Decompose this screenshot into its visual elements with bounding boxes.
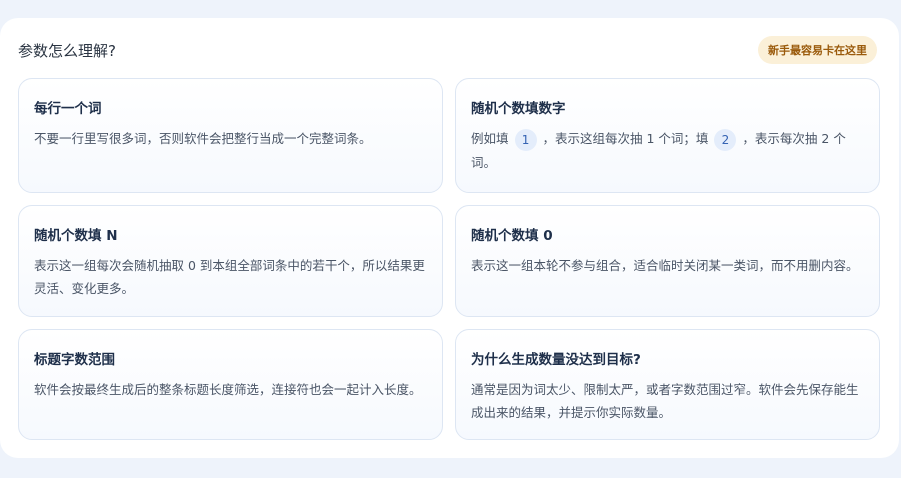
help-panel: 参数怎么理解? 新手最容易卡在这里 每行一个词 不要一行里写很多词，否则软件会把… bbox=[0, 18, 899, 458]
card-text: 通常是因为词太少、限制太严，或者字数范围过窄。软件会先保存能生成出来的结果，并提… bbox=[471, 382, 859, 420]
card-title: 随机个数填 0 bbox=[471, 228, 553, 244]
card-text: 软件会按最终生成后的整条标题长度筛选，连接符也会一起计入长度。 bbox=[34, 382, 422, 397]
number-chip-2: 2 bbox=[714, 128, 737, 151]
help-card-one-word-per-line: 每行一个词 不要一行里写很多词，否则软件会把整行当成一个完整词条。 bbox=[18, 78, 443, 193]
help-card-title-length: 标题字数范围 软件会按最终生成后的整条标题长度筛选，连接符也会一起计入长度。 bbox=[18, 329, 443, 440]
card-text: 例如填 1 ，表示这组每次抽 1 个词；填 2 ，表示每次抽 2 个词。 bbox=[471, 127, 864, 174]
card-title: 标题字数范围 bbox=[34, 352, 115, 368]
card-text-before: 例如填 bbox=[471, 131, 509, 146]
card-title: 随机个数填 N bbox=[34, 228, 118, 244]
help-card-random-zero: 随机个数填 0 表示这一组本轮不参与组合，适合临时关闭某一类词，而不用删内容。 bbox=[455, 205, 880, 317]
panel-header: 参数怎么理解? 新手最容易卡在这里 bbox=[18, 36, 877, 64]
card-text: 表示这一组本轮不参与组合，适合临时关闭某一类词，而不用删内容。 bbox=[471, 258, 859, 273]
help-card-random-number: 随机个数填数字 例如填 1 ，表示这组每次抽 1 个词；填 2 ，表示每次抽 2 个词。 bbox=[455, 78, 880, 193]
card-text-middle: ，表示这组每次抽 1 个词；填 bbox=[542, 131, 709, 146]
card-title: 为什么生成数量没达到目标? bbox=[471, 352, 641, 368]
tip-badge: 新手最容易卡在这里 bbox=[758, 36, 877, 64]
help-card-grid: 每行一个词 不要一行里写很多词，否则软件会把整行当成一个完整词条。 随机个数填数… bbox=[18, 78, 880, 440]
card-title: 每行一个词 bbox=[34, 101, 102, 117]
card-text: 表示这一组每次会随机抽取 0 到本组全部词条中的若干个，所以结果更灵活、变化更多… bbox=[34, 258, 425, 296]
card-text: 不要一行里写很多词，否则软件会把整行当成一个完整词条。 bbox=[34, 131, 372, 146]
help-card-shortfall: 为什么生成数量没达到目标? 通常是因为词太少、限制太严，或者字数范围过窄。软件会… bbox=[455, 329, 880, 440]
number-chip-1: 1 bbox=[514, 128, 537, 151]
panel-title: 参数怎么理解? bbox=[18, 41, 116, 60]
help-card-random-n: 随机个数填 N 表示这一组每次会随机抽取 0 到本组全部词条中的若干个，所以结果… bbox=[18, 205, 443, 317]
card-title: 随机个数填数字 bbox=[471, 101, 566, 117]
